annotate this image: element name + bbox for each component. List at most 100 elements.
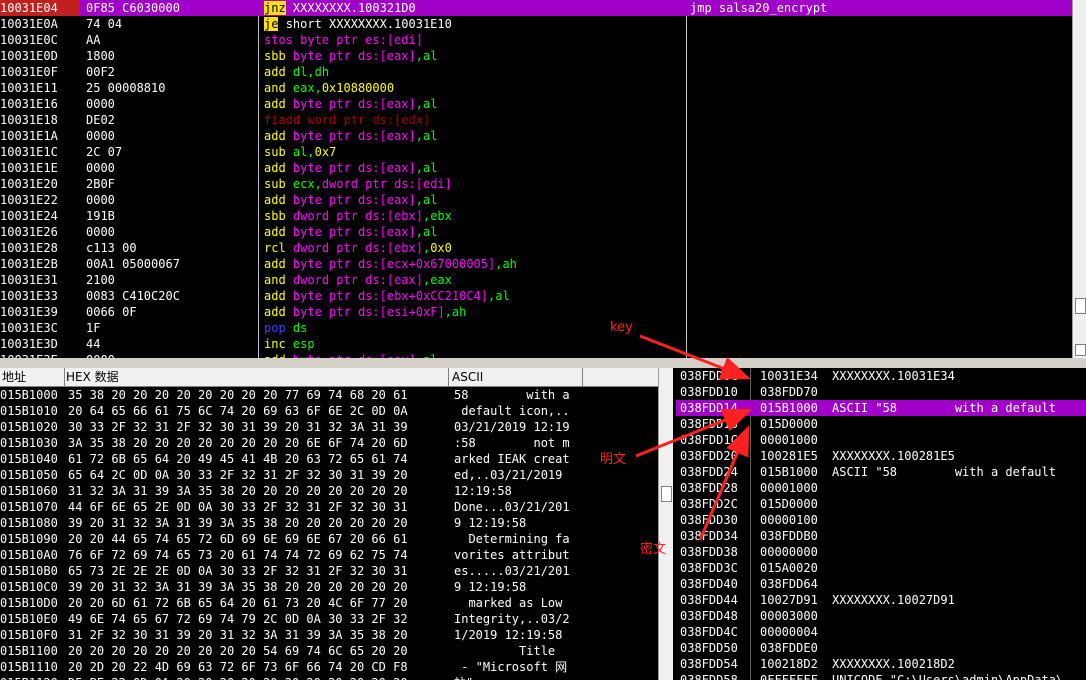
stack-row[interactable]: 038FDD40 038FDD64 bbox=[676, 576, 1086, 592]
disasm-row[interactable]: 10031E0F 00F2 add dl,dh bbox=[0, 64, 1072, 80]
dump-row[interactable]: 015B1060 31 32 3A 31 39 3A 35 38 20 20 20… bbox=[0, 483, 660, 499]
stack-row[interactable]: 038FDD58 0FFFFFFF UNICODE "C:\Users\admin\… bbox=[676, 672, 1086, 680]
dump-row[interactable]: 015B10C0 39 20 31 32 3A 31 39 3A 35 38 20… bbox=[0, 579, 660, 595]
stack-row[interactable]: 038FDD1C 00001000 bbox=[676, 432, 1086, 448]
stack-row[interactable]: 038FDD28 00001000 bbox=[676, 480, 1086, 496]
disasm-mnemonic: inc bbox=[264, 337, 286, 351]
stack-row[interactable]: 038FDD18 015D0000 bbox=[676, 416, 1086, 432]
disassembly-scrollbar[interactable] bbox=[1072, 0, 1086, 358]
splitter[interactable] bbox=[0, 358, 1086, 368]
stack-address: 038FDD20 bbox=[680, 449, 738, 463]
disasm-row[interactable]: 10031E33 0083 C410C20C add byte ptr ds:[eb… bbox=[0, 288, 1072, 304]
stack-row[interactable]: 038FDD54 100218D2 XXXXXXXX.100218D2 bbox=[676, 656, 1086, 672]
dump-row[interactable]: 015B1030 3A 35 38 20 20 20 20 20 20 20 20… bbox=[0, 435, 660, 451]
disasm-operand: 0xCC210C4 bbox=[415, 289, 481, 303]
stack-row[interactable]: 038FDD30 00000100 bbox=[676, 512, 1086, 528]
dump-row[interactable]: 015B10F0 31 2F 32 30 31 39 20 31 32 3A 31… bbox=[0, 627, 660, 643]
stack-row[interactable]: 038FDD0C 10031E34 XXXXXXXX.10031E34 bbox=[676, 368, 1086, 384]
dump-hex-bytes: 20 20 20 20 20 20 20 20 20 54 69 74 6C 6… bbox=[68, 644, 408, 658]
disasm-row[interactable]: 10031E0C AA stos byte ptr es:[edi] bbox=[0, 32, 1072, 48]
dump-hex-bytes: 3A 35 38 20 20 20 20 20 20 20 20 6E 6F 7… bbox=[68, 436, 408, 450]
disasm-address: 10031E18 bbox=[0, 113, 58, 127]
disasm-row[interactable]: 10031E24 191B sbb dword ptr ds:[ebx],ebx bbox=[0, 208, 1072, 224]
dump-header-hex[interactable]: HEX 数据 bbox=[64, 368, 449, 386]
dump-row[interactable]: 015B1010 20 64 65 66 61 75 6C 74 20 69 63… bbox=[0, 403, 660, 419]
dump-header-address[interactable]: 地址 bbox=[0, 368, 65, 386]
dump-row[interactable]: 015B10E0 49 6E 74 65 67 72 69 74 79 2C 0D… bbox=[0, 611, 660, 627]
stack-address: 038FDD28 bbox=[680, 481, 738, 495]
dump-row[interactable]: 015B1100 20 20 20 20 20 20 20 20 20 54 69… bbox=[0, 643, 660, 659]
dump-ascii: 12:19:58 bbox=[454, 484, 570, 498]
scroll-thumb[interactable] bbox=[1075, 298, 1086, 314]
disassembly-pane[interactable]: 10031E04 0F85 C6030000 jnz XXXXXXXX.100321… bbox=[0, 0, 1072, 358]
dump-row[interactable]: 015B1090 20 20 44 65 74 65 72 6D 69 6E 69… bbox=[0, 531, 660, 547]
stack-row[interactable]: 038FDD48 00003000 bbox=[676, 608, 1086, 624]
disasm-row[interactable]: 10031E31 2100 and dword ptr ds:[eax],eax bbox=[0, 272, 1072, 288]
disasm-mnemonic: and bbox=[264, 81, 286, 95]
disasm-hex: 0000 bbox=[86, 193, 115, 207]
disasm-hex: 0000 bbox=[86, 161, 115, 175]
scroll-thumb[interactable] bbox=[661, 486, 672, 502]
disasm-row[interactable]: 10031E1C 2C 07 sub al,0x7 bbox=[0, 144, 1072, 160]
disasm-row[interactable]: 10031E39 0066 0F add byte ptr ds:[esi+0xF]… bbox=[0, 304, 1072, 320]
dump-row[interactable]: 015B1040 61 72 6B 65 64 20 49 45 41 4B 20… bbox=[0, 451, 660, 467]
disasm-address: 10031E24 bbox=[0, 209, 58, 223]
disasm-row[interactable]: 10031E28 c113 00 rcl dword ptr ds:[ebx],0x… bbox=[0, 240, 1072, 256]
stack-value: 015A0020 bbox=[760, 561, 818, 575]
stack-row[interactable]: 038FDD34 038FDDB0 bbox=[676, 528, 1086, 544]
stack-address: 038FDD48 bbox=[680, 609, 738, 623]
dump-row[interactable]: 015B10D0 20 20 6D 61 72 6B 65 64 20 61 73… bbox=[0, 595, 660, 611]
disasm-row[interactable]: 10031E3C 1F pop ds bbox=[0, 320, 1072, 336]
dump-scrollbar[interactable] bbox=[658, 368, 673, 680]
dump-row[interactable]: 015B1110 20 2D 20 22 4D 69 63 72 6F 73 6F… bbox=[0, 659, 660, 675]
dump-row[interactable]: 015B10A0 76 6F 72 69 74 65 73 20 61 74 74… bbox=[0, 547, 660, 563]
stack-value: 00003000 bbox=[760, 609, 818, 623]
stack-row[interactable]: 038FDD4C 00000004 bbox=[676, 624, 1086, 640]
stack-row[interactable]: 038FDD38 00000000 bbox=[676, 544, 1086, 560]
disasm-row[interactable]: 10031E0D 1800 sbb byte ptr ds:[eax],al bbox=[0, 48, 1072, 64]
stack-row[interactable]: 038FDD10 038FDD70 bbox=[676, 384, 1086, 400]
stack-row[interactable]: 038FDD50 038FDDE0 bbox=[676, 640, 1086, 656]
stack-row[interactable]: 038FDD20 100281E5 XXXXXXXX.100281E5 bbox=[676, 448, 1086, 464]
dump-header-ascii[interactable]: ASCII bbox=[450, 368, 583, 386]
dump-row[interactable]: 015B10B0 65 73 2E 2E 2E 0D 0A 30 33 2F 32… bbox=[0, 563, 660, 579]
disasm-row[interactable]: 10031E11 25 00008810 and eax,0x10880000 bbox=[0, 80, 1072, 96]
disasm-row[interactable]: 10031E3D 44 inc esp bbox=[0, 336, 1072, 352]
disasm-operand: 0x67000005 bbox=[415, 257, 488, 271]
dump-row[interactable]: 015B1050 65 64 2C 0D 0A 30 33 2F 32 31 2F… bbox=[0, 467, 660, 483]
stack-pane[interactable]: 038FDD0C 10031E34 XXXXXXXX.10031E34 038FDD1… bbox=[676, 368, 1086, 680]
disasm-row[interactable]: 10031E1A 0000 add byte ptr ds:[eax],al bbox=[0, 128, 1072, 144]
dump-row[interactable]: 015B1070 44 6F 6E 65 2E 0D 0A 30 33 2F 32… bbox=[0, 499, 660, 515]
dump-row[interactable]: 015B1020 30 33 2F 32 31 2F 32 30 31 39 20… bbox=[0, 419, 660, 435]
memory-dump-pane[interactable]: 地址 HEX 数据 ASCII 015B1000 35 38 20 20 20 2… bbox=[0, 368, 660, 680]
disasm-operand: ds bbox=[292, 321, 308, 335]
scroll-thumb[interactable] bbox=[1075, 344, 1086, 356]
dump-row[interactable]: 015B1120 D5 BE 22 0D 0A 20 20 20 20 20 20… bbox=[0, 675, 660, 680]
disasm-row[interactable]: 10031E16 0000 add byte ptr ds:[eax],al bbox=[0, 96, 1072, 112]
disasm-row[interactable]: 10031E20 2B0F sub ecx,dword ptr ds:[edi] bbox=[0, 176, 1072, 192]
disassembly-rows: 10031E04 0F85 C6030000 jnz XXXXXXXX.100321… bbox=[0, 0, 1072, 358]
disasm-row[interactable]: 10031E2B 00A1 05000067 add byte ptr ds:[ec… bbox=[0, 256, 1072, 272]
dump-row[interactable]: 015B1000 35 38 20 20 20 20 20 20 20 20 77… bbox=[0, 387, 660, 403]
stack-row[interactable]: 038FDD24 015B1000 ASCII "58 with a default bbox=[676, 464, 1086, 480]
disasm-operand: byte ptr ds:[esi+ bbox=[292, 305, 416, 319]
disasm-address: 10031E33 bbox=[0, 289, 58, 303]
disasm-address: 10031E0C bbox=[0, 33, 58, 47]
stack-row[interactable]: 038FDD44 10027D91 XXXXXXXX.10027D91 bbox=[676, 592, 1086, 608]
annotation-ciphertext: 密文 bbox=[640, 542, 667, 557]
stack-row[interactable]: 038FDD3C 015A0020 bbox=[676, 560, 1086, 576]
stack-row[interactable]: 038FDD14 015B1000 ASCII "58 with a default bbox=[676, 400, 1086, 416]
disasm-row[interactable]: 10031E22 0000 add byte ptr ds:[eax],al bbox=[0, 192, 1072, 208]
disasm-row[interactable]: 10031E0A 74 04 je short XXXXXXXX.10031E10 bbox=[0, 16, 1072, 32]
annotation-key: key bbox=[610, 320, 633, 335]
disasm-row[interactable]: 10031E04 0F85 C6030000 jnz XXXXXXXX.100321… bbox=[0, 0, 1072, 16]
stack-row[interactable]: 038FDD2C 015D0000 bbox=[676, 496, 1086, 512]
disasm-row[interactable]: 10031E1E 0000 add byte ptr ds:[eax],al bbox=[0, 160, 1072, 176]
disasm-row[interactable]: 10031E18 DE02 fiadd word ptr ds:[edx] bbox=[0, 112, 1072, 128]
disasm-row[interactable]: 10031E26 0000 add byte ptr ds:[eax],al bbox=[0, 224, 1072, 240]
stack-value: 038FDD70 bbox=[760, 385, 818, 399]
stack-address: 038FDD54 bbox=[680, 657, 738, 671]
dump-row[interactable]: 015B1080 39 20 31 32 3A 31 39 3A 35 38 20… bbox=[0, 515, 660, 531]
disasm-address: 10031E0A bbox=[0, 17, 58, 31]
disasm-instruction: fiadd word ptr ds:[edx] bbox=[264, 112, 684, 128]
